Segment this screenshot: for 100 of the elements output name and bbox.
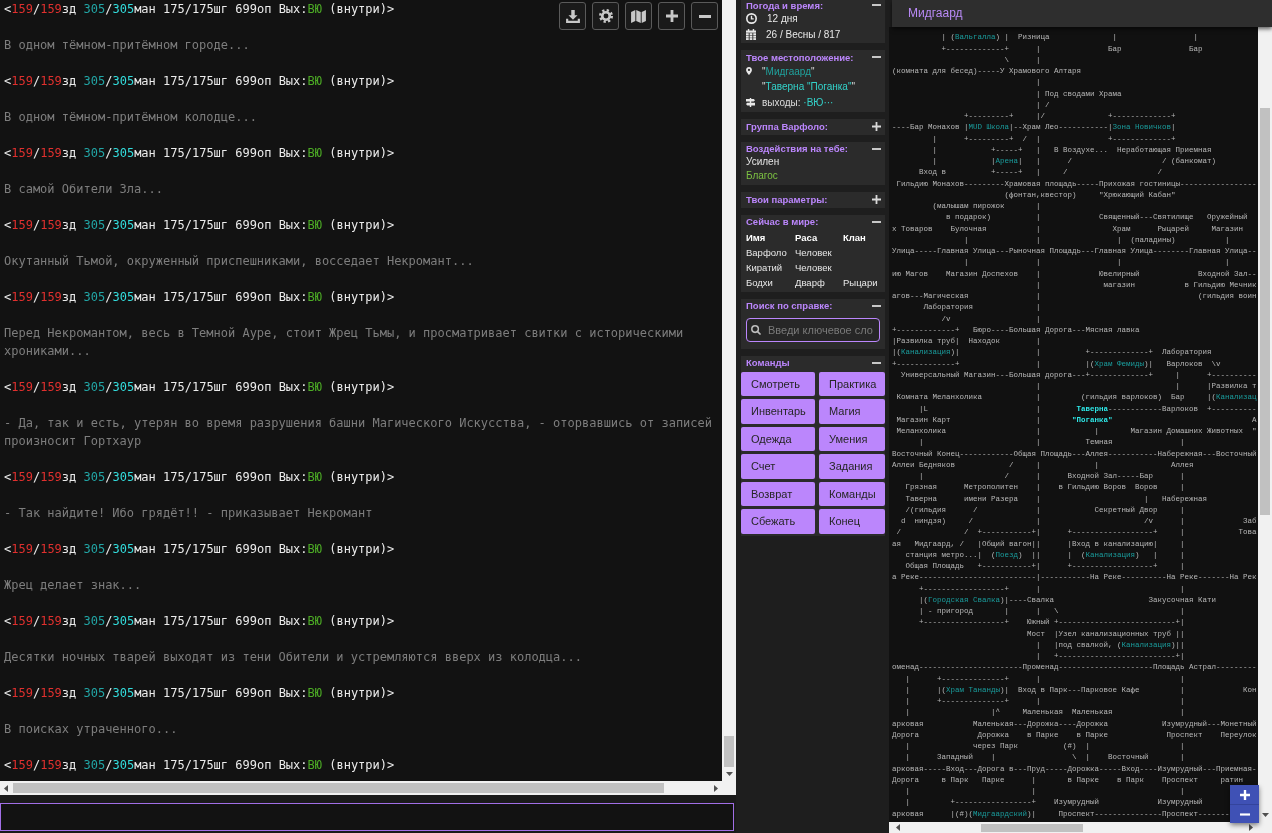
command-button[interactable]: Сбежать	[741, 509, 815, 534]
scrollbar-thumb[interactable]	[13, 783, 664, 793]
table-cell-text: Рыцари	[843, 275, 879, 290]
prompt-line: <159/159зд 305/305ман 175/175шг 699оп Вых:ВЮ (внутри)>	[4, 469, 395, 486]
expand-button[interactable]	[872, 121, 881, 131]
signpost-icon	[746, 97, 755, 107]
zone-name: "Мидгаард"	[762, 65, 815, 77]
search-icon	[751, 325, 761, 335]
scrollbar-thumb[interactable]	[981, 823, 1083, 832]
message-text: Окутанный Тьмой, окруженный приспешниками, восседает Некромант...	[4, 253, 474, 270]
command-button[interactable]: Одежда	[741, 426, 815, 451]
panel-title: Воздействия на тебе:	[746, 143, 848, 155]
prompt-line: <159/159зд 305/305ман 175/175шг 699оп Вых:ВЮ (внутри)>	[4, 613, 395, 630]
minus-icon	[1239, 812, 1250, 816]
settings-button[interactable]	[592, 2, 619, 30]
collapse-button[interactable]	[872, 361, 881, 364]
prompt-line: <159/159зд 305/305ман 175/175шг 699оп Вых:ВЮ (внутри)>	[4, 541, 395, 558]
prompt-line: <159/159зд 305/305ман 175/175шг 699оп Вых:ВЮ (внутри)>	[4, 757, 395, 774]
plus-icon	[665, 10, 678, 22]
horizontal-scrollbar[interactable]	[889, 822, 1258, 833]
zoom-in-button[interactable]	[658, 2, 685, 30]
download-button[interactable]	[559, 2, 586, 30]
vertical-scrollbar[interactable]	[722, 0, 736, 781]
collapse-button[interactable]	[872, 220, 881, 223]
message-text: В одном тёмном-притёмном колодце...	[4, 109, 257, 126]
search-field[interactable]: Введи ключевое сло	[746, 318, 880, 342]
scroll-down-arrow-icon[interactable]	[1261, 813, 1269, 817]
command-button[interactable]: Счет	[741, 454, 815, 479]
panel-title: Погода и время:	[746, 0, 824, 11]
minus-icon	[872, 147, 881, 150]
gear-icon	[598, 9, 613, 23]
collapse-button[interactable]	[872, 56, 881, 59]
scrollbar-thumb[interactable]	[1260, 108, 1270, 515]
message-text: - Так найдите! Ибо грядёт!! - приказывает Некромант	[4, 505, 373, 522]
command-button[interactable]: Смотреть	[741, 371, 815, 396]
message-text: Десятки ночных тварей выходят из тени Обители и устремляются вверх из колодца...	[4, 649, 582, 666]
table-cell-text: Варфоло	[746, 245, 788, 260]
exits-text: выходы: ·ВЮ···	[762, 96, 834, 108]
plus-icon	[1239, 789, 1250, 800]
horizontal-scrollbar[interactable]	[0, 781, 722, 795]
panel-title: Группа Варфоло:	[746, 120, 828, 132]
scroll-right-arrow-icon[interactable]	[714, 784, 718, 792]
command-button[interactable]: Задания	[819, 454, 885, 479]
table-cell-text: Бодхи	[746, 275, 774, 290]
prompt-line: <159/159зд 305/305ман 175/175шг 699оп Вых:ВЮ (внутри)>	[4, 145, 395, 162]
column-header: Раса	[795, 230, 819, 245]
command-button[interactable]: Практика	[819, 371, 885, 396]
download-icon	[565, 9, 580, 23]
collapse-button[interactable]	[872, 147, 881, 150]
plus-icon	[872, 121, 881, 131]
panel-title: Твои параметры:	[746, 193, 828, 205]
room-name: "Таверна "Поганка""	[762, 81, 856, 93]
expand-button[interactable]	[872, 194, 881, 204]
panel-title: Команды	[746, 357, 790, 369]
scrollbar-corner	[1258, 822, 1272, 833]
message-text: В поисках утраченного...	[4, 721, 178, 738]
map-button[interactable]	[625, 2, 652, 30]
command-button[interactable]: Умения	[819, 426, 885, 451]
calendar-icon	[746, 28, 756, 40]
minus-icon	[698, 14, 711, 18]
command-button[interactable]: Возврат	[741, 481, 815, 506]
command-button[interactable]: Инвентарь	[741, 399, 815, 424]
scrollbar-thumb[interactable]	[724, 736, 734, 767]
command-button[interactable]: Конец	[819, 509, 885, 534]
prompt-line: <159/159зд 305/305ман 175/175шг 699оп Вых:ВЮ (внутри)>	[4, 1, 395, 18]
scroll-down-arrow-icon[interactable]	[725, 772, 733, 776]
table-cell-text: Дварф	[795, 275, 826, 290]
command-button[interactable]: Магия	[819, 399, 885, 424]
command-input[interactable]	[0, 803, 734, 831]
prompt-line: <159/159зд 305/305ман 175/175шг 699оп Вых:ВЮ (внутри)>	[4, 685, 395, 702]
command-button[interactable]: Команды	[819, 481, 885, 506]
prompt-line: <159/159зд 305/305ман 175/175шг 699оп Вых:ВЮ (внутри)>	[4, 379, 395, 396]
panel-title: Поиск по справке:	[746, 300, 833, 312]
scroll-left-arrow-icon[interactable]	[4, 784, 8, 792]
table-cell-text: Киратий	[746, 260, 784, 275]
column-header: Клан	[843, 230, 867, 245]
table-cell-text: Человек	[795, 260, 833, 275]
scroll-right-arrow-icon[interactable]	[1249, 824, 1253, 831]
map-icon	[631, 9, 646, 23]
column-header: Имя	[746, 230, 767, 245]
table-cell-text: Человек	[795, 245, 833, 260]
clock-icon	[746, 12, 757, 24]
message-text: - Да, так и есть, утерян во время разрушения башни Магического Искусства, - оторвавшись от записей произносит Гортхаур	[4, 415, 713, 450]
vertical-scrollbar[interactable]	[1258, 27, 1272, 822]
game-date: 26 / Весны / 817	[766, 28, 841, 40]
plus-icon	[872, 194, 881, 204]
affect-name: Благос	[746, 169, 779, 183]
message-text: В одном тёмном-притёмном городе...	[4, 37, 250, 54]
scroll-left-arrow-icon[interactable]	[896, 824, 900, 831]
zoom-out-button[interactable]	[691, 2, 718, 30]
game-time: 12 дня	[767, 12, 798, 24]
prompt-line: <159/159зд 305/305ман 175/175шг 699оп Вых:ВЮ (внутри)>	[4, 289, 395, 306]
panel-title: Сейчас в мире:	[746, 216, 819, 228]
zoom-in-button[interactable]	[1230, 785, 1259, 804]
map-pin-icon	[746, 67, 752, 76]
collapse-button[interactable]	[872, 304, 881, 307]
prompt-line: <159/159зд 305/305ман 175/175шг 699оп Вых:ВЮ (внутри)>	[4, 73, 395, 90]
panel-title: Твое местоположение:	[746, 51, 854, 63]
affect-name: Усилен	[746, 155, 781, 169]
message-text: В самой Обители Зла...	[4, 181, 163, 198]
